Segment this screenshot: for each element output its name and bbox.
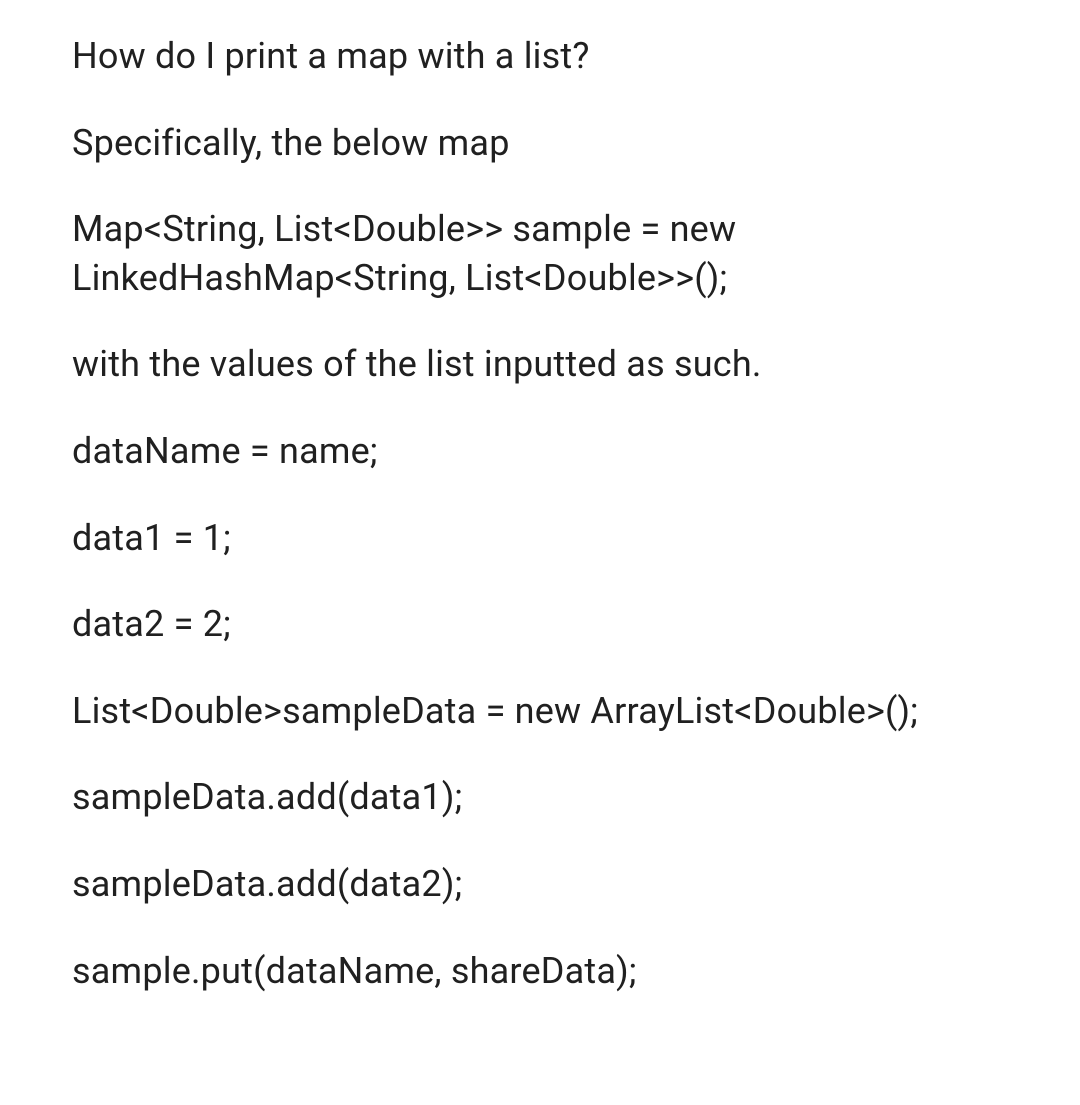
paragraph: sampleData.add(data2);	[72, 860, 1008, 909]
paragraph: data1 = 1;	[72, 514, 1008, 563]
paragraph: Map<String, List<Double>> sample = new L…	[72, 205, 1008, 302]
paragraph: sampleData.add(data1);	[72, 773, 1008, 822]
paragraph: Specifically, the below map	[72, 119, 1008, 168]
paragraph: How do I print a map with a list?	[72, 32, 1008, 81]
paragraph: data2 = 2;	[72, 600, 1008, 649]
paragraph: List<Double>sampleData = new ArrayList<D…	[72, 687, 1008, 736]
document-body: How do I print a map with a list? Specif…	[0, 0, 1080, 1073]
paragraph: dataName = name;	[72, 427, 1008, 476]
paragraph: with the values of the list inputted as …	[72, 340, 1008, 389]
paragraph: sample.put(dataName, shareData);	[72, 947, 1008, 996]
